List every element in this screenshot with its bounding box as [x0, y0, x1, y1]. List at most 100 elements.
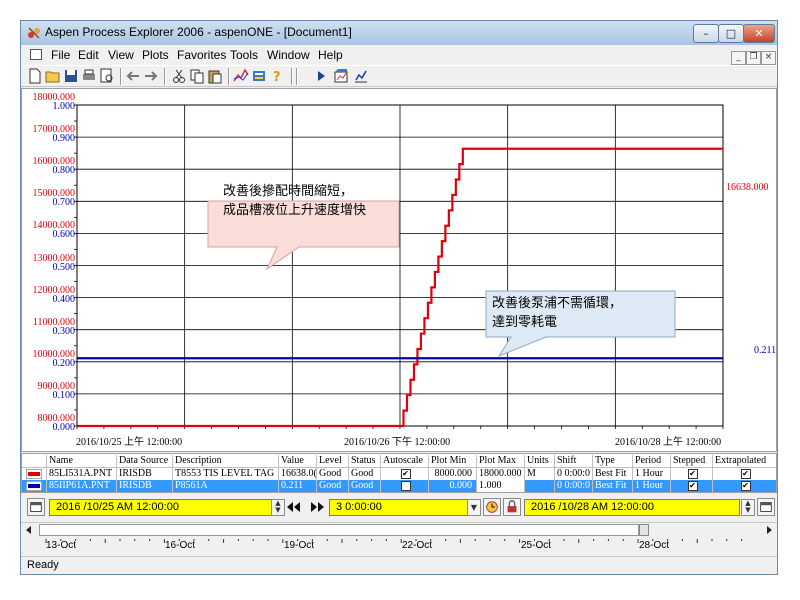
table-header[interactable]: Shift: [554, 455, 592, 467]
table-header[interactable]: Plot Min: [428, 455, 476, 467]
extrapolated-checkbox[interactable]: ✔: [712, 480, 776, 492]
scroll-left-arrow-icon[interactable]: [23, 524, 35, 536]
blue-trend-end-value: 0.211: [754, 345, 777, 356]
table-header[interactable]: Description: [172, 455, 278, 467]
table-header[interactable]: Data Source: [116, 455, 172, 467]
menu-bar: [21, 45, 777, 65]
y-tick-label-blue: 0.000: [52, 422, 76, 433]
document-icon[interactable]: [30, 49, 42, 60]
duration-field[interactable]: 3 0:00:00: [329, 499, 479, 516]
start-time-spinner[interactable]: ▲ ▼: [271, 499, 285, 516]
timeline-label: 16-Oct: [165, 540, 196, 551]
table-header[interactable]: Stepped: [670, 455, 712, 467]
new-icon[interactable]: [27, 68, 43, 84]
y-tick-label-blue: 1.000: [52, 101, 76, 112]
toolbar-separator: [120, 68, 122, 85]
table-header[interactable]: Autoscale: [380, 455, 428, 467]
plot-max-cell[interactable]: 18000.000: [476, 468, 524, 480]
menu-window[interactable]: Window: [267, 48, 310, 62]
mdi-close-button[interactable]: ×: [761, 51, 776, 65]
table-header[interactable]: Name: [46, 455, 116, 467]
menu-tools[interactable]: Tools: [230, 48, 258, 62]
table-header[interactable]: Value: [278, 455, 316, 467]
mdi-minimize-button[interactable]: _: [731, 51, 746, 65]
menu-file[interactable]: File: [51, 48, 70, 62]
help-icon[interactable]: ?: [269, 68, 285, 84]
scroll-thumb[interactable]: [639, 524, 649, 536]
y-tick-label-blue: 0.600: [52, 229, 76, 241]
timeline-label: 28-Oct: [639, 540, 670, 551]
print-preview-icon[interactable]: [99, 68, 115, 84]
legend-icon[interactable]: [251, 68, 267, 84]
table-header[interactable]: Type: [592, 455, 632, 467]
back-arrow-icon[interactable]: [125, 68, 141, 84]
table-header-color: [22, 455, 46, 467]
chart-icon[interactable]: [333, 68, 349, 84]
trend-color-swatch[interactable]: [22, 480, 46, 492]
trend-color-swatch[interactable]: [22, 468, 46, 480]
table-header[interactable]: Extrapolated: [712, 455, 776, 467]
tag-name-cell[interactable]: 85IIP61A.PNT: [46, 480, 116, 492]
calendar-icon[interactable]: [757, 498, 775, 516]
forward-arrow-icon[interactable]: [143, 68, 159, 84]
plot-min-cell[interactable]: 0.000: [428, 480, 476, 492]
clock-icon[interactable]: [483, 498, 501, 516]
mdi-restore-button[interactable]: ❐: [746, 51, 761, 65]
trend-icon[interactable]: [233, 68, 249, 84]
y-tick-label-blue: 0.100: [52, 389, 76, 401]
plot-max-cell[interactable]: 1.000: [476, 480, 524, 492]
calendar-icon[interactable]: [27, 498, 45, 516]
extrapolated-checkbox[interactable]: ✔: [712, 468, 776, 480]
close-button[interactable]: ✕: [743, 24, 775, 43]
table-header[interactable]: Period: [632, 455, 670, 467]
plot-min-cell[interactable]: 8000.000: [428, 468, 476, 480]
menu-view[interactable]: View: [108, 48, 134, 62]
type-cell[interactable]: Best Fit: [592, 480, 632, 492]
open-icon[interactable]: [45, 68, 61, 84]
end-time-field[interactable]: 2016 /10/28 AM 12:00:00: [524, 499, 740, 516]
end-time-spinner[interactable]: ▲ ▼: [741, 499, 755, 516]
level-cell: Good: [316, 480, 348, 492]
shift-cell[interactable]: 0 0:00:0: [554, 468, 592, 480]
lock-icon[interactable]: [503, 498, 521, 516]
paste-icon[interactable]: [207, 68, 223, 84]
scroll-track[interactable]: [39, 524, 639, 536]
menu-plots[interactable]: Plots: [142, 48, 169, 62]
trend-chart-svg[interactable]: [21, 88, 777, 452]
table-header[interactable]: Units: [524, 455, 554, 467]
tag-legend-table[interactable]: Name Data Source Description Value Level…: [21, 453, 777, 493]
save-icon[interactable]: [63, 68, 79, 84]
table-row[interactable]: 85LI531A.PNT IRISDB T8553 TIS LEVEL TAG …: [22, 468, 776, 480]
table-header[interactable]: Status: [348, 455, 380, 467]
tag-name-cell[interactable]: 85LI531A.PNT: [46, 468, 116, 480]
scroll-right-arrow-icon[interactable]: [763, 524, 775, 536]
menu-favorites[interactable]: Favorites: [177, 48, 226, 62]
menu-help[interactable]: Help: [318, 48, 343, 62]
print-icon[interactable]: [81, 68, 97, 84]
autoscale-checkbox[interactable]: [380, 480, 428, 492]
autoscale-checkbox[interactable]: ✔: [380, 468, 428, 480]
table-row-selected[interactable]: 85IIP61A.PNT IRISDB P8561A 0.211 Good Go…: [22, 480, 776, 492]
duration-dropdown[interactable]: ▼: [467, 499, 481, 516]
menu-edit[interactable]: Edit: [78, 48, 99, 62]
shift-cell[interactable]: 0 0:00:0: [554, 480, 592, 492]
scroll-time-arrows-icon[interactable]: [287, 500, 325, 514]
type-cell[interactable]: Best Fit: [592, 468, 632, 480]
period-cell[interactable]: 1 Hour: [632, 480, 670, 492]
table-header[interactable]: Level: [316, 455, 348, 467]
level-cell: Good: [316, 468, 348, 480]
copy-icon[interactable]: [189, 68, 205, 84]
play-icon[interactable]: [313, 68, 329, 84]
stepped-checkbox[interactable]: ✔: [670, 468, 712, 480]
stepped-checkbox[interactable]: ✔: [670, 480, 712, 492]
y-tick-label-blue: 0.500: [52, 261, 76, 273]
value-cell: 16638.0(: [278, 468, 316, 480]
maximize-button[interactable]: □: [718, 24, 744, 43]
timeline-label: 22-Oct: [402, 540, 433, 551]
edit-chart-icon[interactable]: [353, 68, 369, 84]
cut-icon[interactable]: [171, 68, 187, 84]
period-cell[interactable]: 1 Hour: [632, 468, 670, 480]
table-header[interactable]: Plot Max: [476, 455, 524, 467]
minimize-button[interactable]: –: [693, 24, 719, 43]
start-time-field[interactable]: 2016 /10/25 AM 12:00:00: [49, 499, 281, 516]
